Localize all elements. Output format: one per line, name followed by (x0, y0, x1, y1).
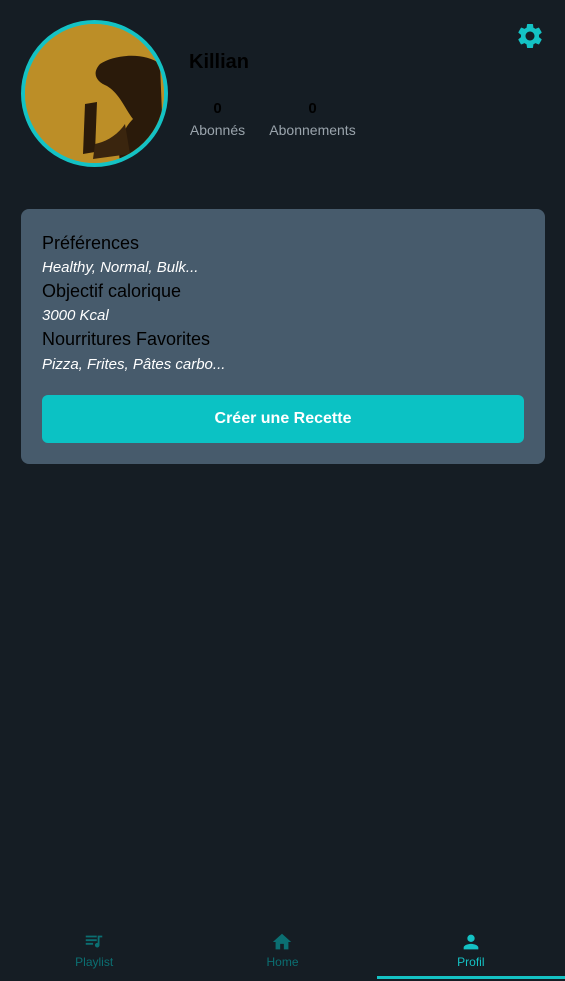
followers-count: 0 (213, 100, 222, 117)
playlist-icon (85, 935, 103, 948)
home-icon (273, 933, 292, 950)
create-recipe-button[interactable]: Créer une Recette (42, 395, 524, 443)
avatar[interactable] (21, 20, 168, 167)
favorite-foods-value: Pizza, Frites, Pâtes carbo... (42, 356, 226, 373)
followers-label: Abonnés (189, 122, 246, 138)
preferences-title: Préférences (42, 233, 140, 253)
person-icon (463, 934, 479, 950)
nav-item-home[interactable]: Home (188, 926, 376, 981)
avatar-photo (25, 24, 164, 163)
preferences-card: Préférences Healthy, Normal, Bulk... Obj… (21, 209, 545, 464)
nav-label-home: Home (266, 955, 299, 969)
following-stat[interactable]: 0 Abonnements (267, 100, 358, 142)
settings-button[interactable] (514, 20, 546, 52)
following-count: 0 (308, 100, 317, 117)
nav-item-playlist[interactable]: Playlist (0, 926, 188, 981)
bottom-navigation: Playlist Home Profil (0, 926, 565, 981)
following-label: Abonnements (269, 122, 356, 138)
profile-screen: Killian 0 Abonnés 0 Abonnements Préféren… (0, 0, 565, 981)
calorie-goal-value: 3000 Kcal (42, 307, 109, 324)
calorie-goal-title: Objectif calorique (42, 281, 182, 301)
preferences-value: Healthy, Normal, Bulk... (42, 259, 199, 276)
gear-icon (518, 23, 542, 48)
followers-stat[interactable]: 0 Abonnés (189, 100, 246, 142)
nav-label-profil: Profil (457, 955, 485, 969)
nav-item-profil[interactable]: Profil (376, 926, 565, 981)
username: Killian (189, 51, 250, 73)
favorite-foods-title: Nourritures Favorites (42, 329, 211, 349)
nav-label-playlist: Playlist (75, 955, 114, 969)
